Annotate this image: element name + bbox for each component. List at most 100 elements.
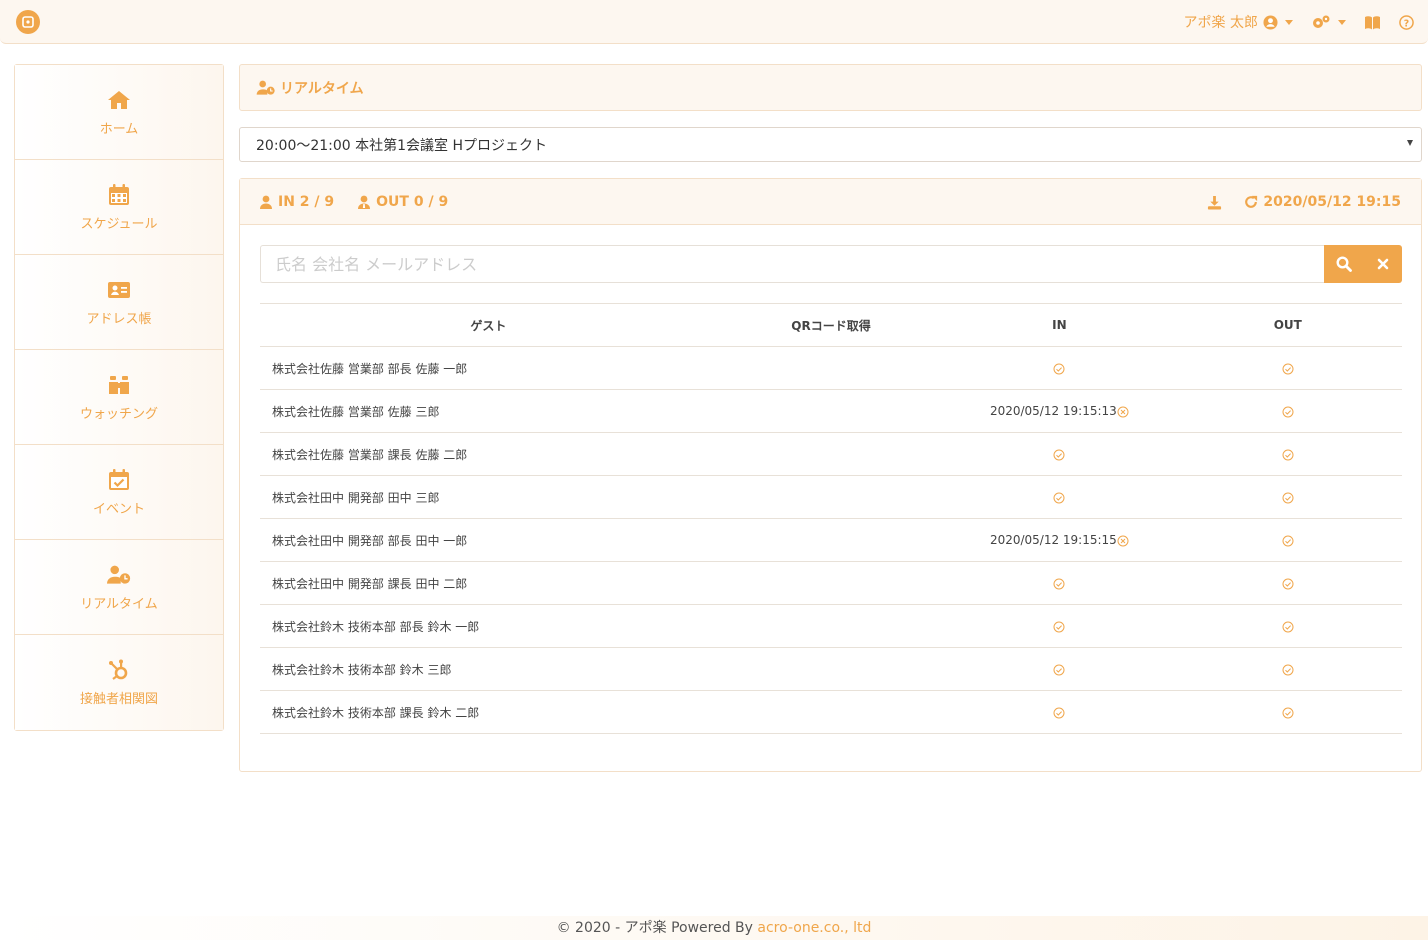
address-card-icon: [108, 281, 130, 298]
download-icon[interactable]: [1207, 195, 1222, 210]
guest-table: ゲスト QRコード取得 IN OUT 株式会社佐藤 営業部 部長 佐藤 一郎 株式…: [260, 303, 1402, 734]
clear-search-button[interactable]: [1363, 245, 1402, 283]
qr-cell: [716, 475, 946, 519]
close-icon: [1377, 258, 1388, 270]
qr-cell: [716, 690, 946, 734]
in-count-label: IN 2 / 9: [278, 193, 335, 210]
qr-cell: [716, 518, 946, 562]
table-row: 株式会社佐藤 営業部 課長 佐藤 二郎: [260, 432, 1402, 476]
in-check-icon[interactable]: [1053, 662, 1065, 676]
guest-cell: 株式会社佐藤 営業部 佐藤 三郎: [260, 389, 717, 433]
meeting-select-value: 20:00～21:00 本社第1会議室 Hプロジェクト: [256, 137, 548, 154]
guest-cell: 株式会社田中 開発部 課長 田中 二郎: [260, 561, 717, 605]
in-check-icon[interactable]: [1053, 447, 1065, 461]
calendar-check-icon: [109, 468, 129, 490]
in-cell: [945, 346, 1174, 390]
chevron-down-icon: [1285, 19, 1293, 25]
svg-text:?: ?: [1404, 18, 1409, 29]
table-header-row: ゲスト QRコード取得 IN OUT: [260, 303, 1402, 347]
chevron-down-icon: [1338, 19, 1346, 25]
help-circle-icon[interactable]: ?: [1399, 14, 1414, 30]
col-header-qr: QRコード取得: [716, 303, 946, 347]
out-count: OUT 0 / 9: [358, 194, 448, 210]
cancel-in-icon[interactable]: [1117, 533, 1129, 547]
guest-cell: 株式会社鈴木 技術本部 鈴木 三郎: [260, 647, 717, 691]
in-cell: [945, 604, 1174, 648]
book-icon[interactable]: [1364, 15, 1381, 30]
sidebar-item-label: スケジュール: [80, 216, 158, 232]
table-row: 株式会社佐藤 営業部 部長 佐藤 一郎: [260, 346, 1402, 390]
in-time: 2020/05/12 19:15:13: [989, 404, 1117, 418]
sidebar-item-address-book[interactable]: アドレス帳: [15, 255, 223, 350]
sidebar-item-label: ホーム: [99, 121, 139, 137]
in-count: IN 2 / 9: [260, 194, 334, 210]
out-cell: [1173, 432, 1402, 476]
sidebar-item-event[interactable]: イベント: [15, 445, 223, 540]
sidebar-item-realtime[interactable]: リアルタイム: [15, 540, 223, 635]
sidebar-item-schedule[interactable]: スケジュール: [15, 160, 223, 255]
realtime-card: IN 2 / 9 OUT 0 / 9 2020/05/12 19:15 ゲスト …: [239, 178, 1422, 772]
sidebar-item-watching[interactable]: ウォッチング: [15, 350, 223, 445]
user-clock-icon: [107, 565, 131, 584]
col-header-in: IN: [945, 303, 1174, 347]
out-check-icon[interactable]: [1282, 619, 1294, 633]
out-check-icon[interactable]: [1282, 447, 1294, 461]
col-header-out: OUT: [1173, 303, 1402, 347]
qr-cell: [716, 647, 946, 691]
in-cell: 2020/05/12 19:15:15: [945, 518, 1174, 562]
user-menu[interactable]: アポ楽 太郎: [1184, 12, 1293, 32]
sidebar-item-label: リアルタイム: [80, 596, 158, 612]
out-count-label: OUT 0 / 9: [376, 193, 449, 210]
in-cell: [945, 690, 1174, 734]
binoculars-icon: [109, 375, 129, 394]
sidebar-item-label: ウォッチング: [79, 406, 158, 422]
settings-menu[interactable]: [1311, 14, 1346, 30]
out-cell: [1173, 518, 1402, 562]
out-check-icon[interactable]: [1282, 705, 1294, 719]
table-row: 株式会社鈴木 技術本部 鈴木 三郎: [260, 647, 1402, 691]
last-updated-timestamp: 2020/05/12 19:15: [1263, 194, 1401, 210]
home-icon: [108, 90, 130, 109]
refresh-icon: [1245, 195, 1258, 208]
in-check-icon[interactable]: [1053, 705, 1065, 719]
search-input[interactable]: [260, 245, 1324, 283]
out-check-icon[interactable]: [1282, 662, 1294, 676]
search-button[interactable]: [1324, 245, 1363, 283]
cogs-icon: [1313, 15, 1330, 28]
table-row: 株式会社鈴木 技術本部 部長 鈴木 一郎: [260, 604, 1402, 648]
sidebar-item-label: イベント: [92, 501, 145, 517]
out-check-icon[interactable]: [1282, 361, 1294, 375]
col-header-guest: ゲスト: [260, 303, 717, 347]
in-check-icon[interactable]: [1053, 490, 1065, 504]
table-row: 株式会社田中 開発部 田中 三郎: [260, 475, 1402, 519]
footer-company-link[interactable]: acro-one.co., ltd: [757, 920, 871, 936]
navbar-right: アポ楽 太郎 ?: [1184, 0, 1414, 44]
out-check-icon[interactable]: [1282, 490, 1294, 504]
in-check-icon[interactable]: [1053, 619, 1065, 633]
hubspot-icon: [109, 659, 128, 680]
table-row: 株式会社鈴木 技術本部 課長 鈴木 二郎: [260, 690, 1402, 734]
table-row: 株式会社田中 開発部 課長 田中 二郎: [260, 561, 1402, 605]
meeting-select[interactable]: 20:00～21:00 本社第1会議室 Hプロジェクト: [239, 127, 1422, 162]
sidebar-item-home[interactable]: ホーム: [15, 65, 223, 160]
page-title-panel: リアルタイム: [239, 64, 1422, 111]
refresh-button[interactable]: 2020/05/12 19:15: [1244, 194, 1401, 210]
footer: © 2020 - アポ楽 Powered By acro-one.co., lt…: [0, 916, 1428, 940]
sidebar-item-label: アドレス帳: [86, 311, 152, 327]
footer-copyright: © 2020 - アポ楽 Powered By: [556, 920, 758, 936]
in-cell: [945, 647, 1174, 691]
app-logo-icon[interactable]: [16, 10, 40, 34]
in-check-icon[interactable]: [1053, 576, 1065, 590]
cancel-in-icon[interactable]: [1117, 404, 1129, 418]
qr-cell: [716, 389, 946, 433]
sidebar-item-contact-graph[interactable]: 接触者相関図: [15, 635, 223, 730]
out-check-icon[interactable]: [1282, 576, 1294, 590]
dropdown-arrow-icon: [1407, 140, 1413, 146]
in-check-icon[interactable]: [1053, 361, 1065, 375]
out-check-icon[interactable]: [1282, 533, 1294, 547]
qr-cell: [716, 346, 946, 390]
search-icon: [1335, 256, 1352, 272]
out-check-icon[interactable]: [1282, 404, 1294, 418]
in-cell: [945, 561, 1174, 605]
user-circle-icon: [1263, 14, 1278, 30]
